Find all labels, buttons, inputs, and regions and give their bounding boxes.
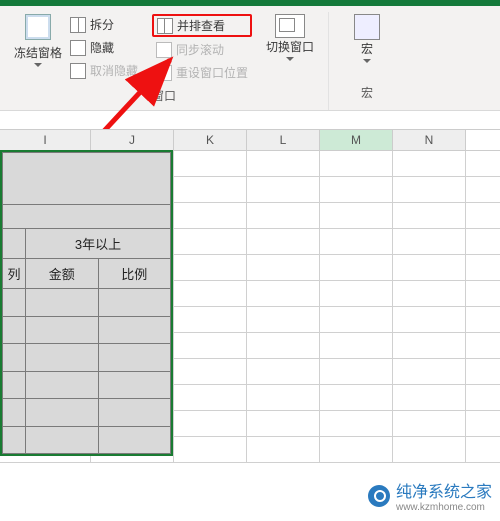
reset-position-icon (156, 65, 172, 81)
side-by-side-icon (157, 18, 173, 34)
chevron-down-icon (34, 63, 42, 67)
col-header-M[interactable]: M (320, 130, 393, 150)
sync-scroll-button: 同步滚动 (152, 39, 252, 60)
watermark-icon (368, 485, 390, 507)
watermark: 纯净系统之家 www.kzmhome.com (368, 478, 492, 513)
unhide-label: 取消隐藏 (90, 62, 138, 79)
group-label-macros: 宏 (361, 84, 373, 101)
ribbon-group-macros: 宏 宏 (329, 12, 405, 107)
unhide-icon (70, 63, 86, 79)
view-side-by-side-label: 并排查看 (177, 17, 225, 34)
ribbon: 冻结窗格 拆分 隐藏 取消隐藏 (0, 6, 500, 111)
header-sub-left: 列 (3, 259, 26, 289)
switch-windows-label: 切换窗口 (266, 38, 314, 55)
column-headers: I J K L M N (0, 129, 500, 151)
split-button[interactable]: 拆分 (66, 14, 142, 35)
reset-window-position-button: 重设窗口位置 (152, 62, 252, 83)
freeze-panes-label: 冻结窗格 (14, 44, 62, 61)
sync-scroll-label: 同步滚动 (176, 41, 224, 58)
col-header-N[interactable]: N (393, 130, 466, 150)
macros-label: 宏 (361, 40, 373, 57)
freeze-panes-button[interactable]: 冻结窗格 (10, 12, 66, 67)
chevron-down-icon (286, 57, 294, 61)
hide-label: 隐藏 (90, 39, 114, 56)
chevron-down-icon (363, 59, 371, 63)
reset-position-label: 重设窗口位置 (176, 64, 248, 81)
split-label: 拆分 (90, 16, 114, 33)
hide-icon (70, 40, 86, 56)
freeze-panes-icon (25, 14, 51, 40)
group-label-window: 窗口 (152, 87, 176, 104)
watermark-url: www.kzmhome.com (396, 502, 492, 513)
ribbon-group-window: 冻结窗格 拆分 隐藏 取消隐藏 (0, 12, 329, 110)
watermark-text: 纯净系统之家 (396, 484, 492, 501)
macros-button[interactable]: 宏 (339, 12, 395, 63)
sync-scroll-icon (156, 42, 172, 58)
view-side-by-side-button[interactable]: 并排查看 (152, 14, 252, 37)
col-header-K[interactable]: K (174, 130, 247, 150)
switch-windows-button[interactable]: 切换窗口 (262, 12, 318, 61)
col-header-L[interactable]: L (247, 130, 320, 150)
hide-button[interactable]: 隐藏 (66, 37, 142, 58)
col-header-I[interactable]: I (0, 130, 91, 150)
header-ratio: 比例 (98, 259, 171, 289)
spreadsheet[interactable]: I J K L M N 表1-3 3年以上 列 (0, 129, 500, 463)
macros-icon (354, 14, 380, 40)
selected-table[interactable]: 3年以上 列 金额 比例 (0, 150, 173, 456)
header-group: 3年以上 (26, 229, 171, 259)
header-amount: 金额 (26, 259, 99, 289)
switch-windows-icon (275, 14, 305, 38)
unhide-button: 取消隐藏 (66, 60, 142, 81)
split-icon (70, 17, 86, 33)
col-header-J[interactable]: J (91, 130, 174, 150)
